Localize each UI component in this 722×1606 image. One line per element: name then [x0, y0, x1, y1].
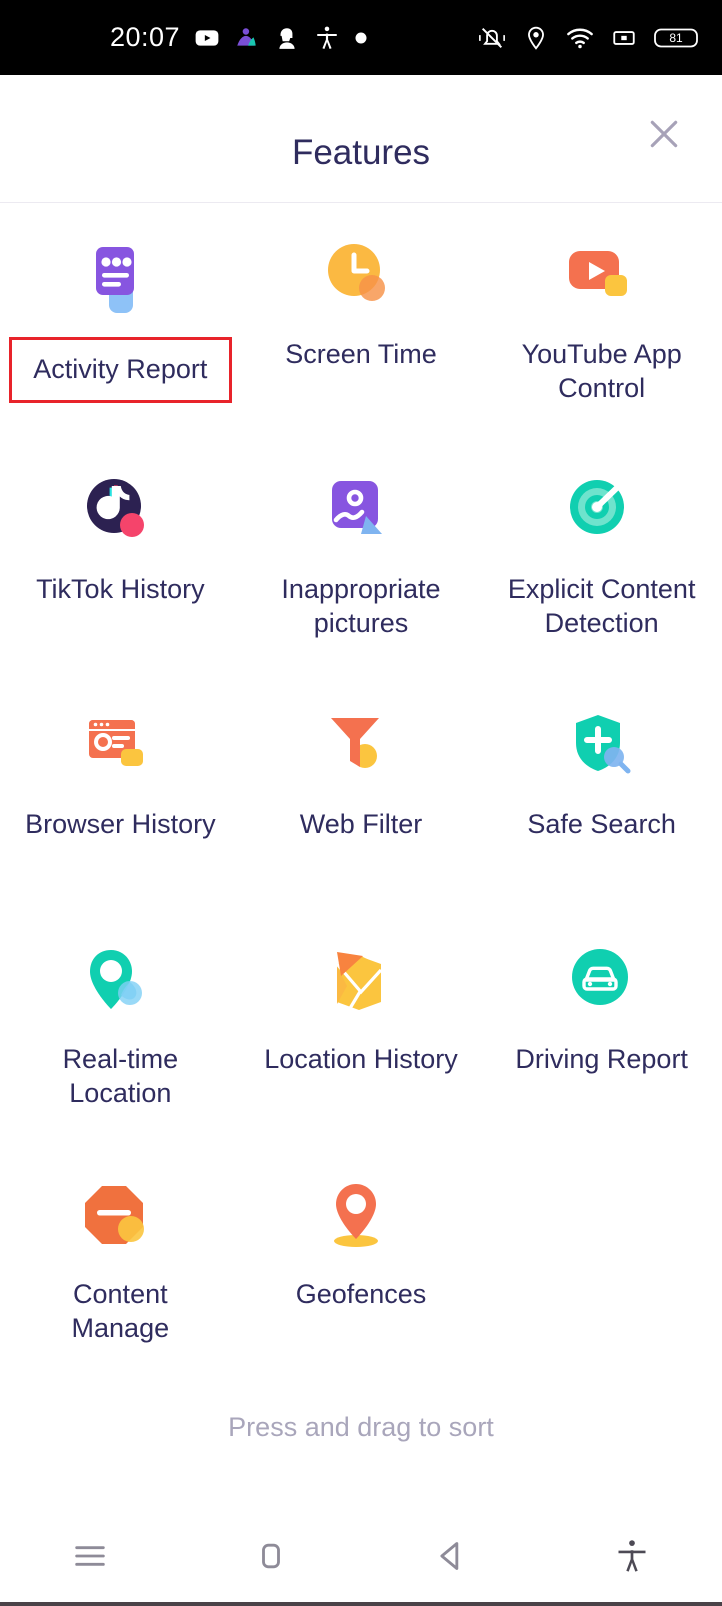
sim-card-icon: [611, 25, 637, 51]
accessibility-icon: [314, 25, 340, 51]
feature-item-activity-report[interactable]: Activity Report: [0, 215, 241, 450]
feature-label: Driving Report: [515, 1042, 688, 1076]
home-icon[interactable]: [181, 1536, 362, 1576]
feature-label: Content Manage: [23, 1277, 218, 1345]
feature-label: Inappropriate pictures: [263, 572, 458, 640]
activity-report-icon: [78, 237, 162, 321]
close-icon[interactable]: [642, 112, 686, 156]
sort-hint: Press and drag to sort: [0, 1412, 722, 1443]
feature-label: Screen Time: [285, 337, 437, 371]
feature-item-youtube-app-control[interactable]: YouTube App Control: [481, 215, 722, 450]
driving-report-icon: [560, 942, 644, 1026]
battery-icon: 81: [654, 25, 700, 51]
status-bar: 20:07: [0, 0, 722, 75]
feature-label: Web Filter: [300, 807, 423, 841]
status-bar-left: 20:07: [0, 22, 368, 53]
vibrate-off-icon: [478, 24, 506, 52]
page-title: Features: [0, 133, 722, 173]
feature-item-content-manage[interactable]: Content Manage: [0, 1155, 241, 1390]
feature-item-web-filter[interactable]: Web Filter: [241, 685, 482, 920]
accessibility-icon[interactable]: [542, 1536, 722, 1576]
feature-item-browser-history[interactable]: Browser History: [0, 685, 241, 920]
feature-item-tiktok-history[interactable]: TikTok History: [0, 450, 241, 685]
svg-text:81: 81: [669, 31, 683, 45]
safe-search-icon: [560, 707, 644, 791]
back-icon[interactable]: [361, 1536, 542, 1576]
app-colored-icon: [234, 25, 260, 51]
screen-time-icon: [319, 237, 403, 321]
menu-icon[interactable]: [0, 1536, 181, 1576]
feature-label: YouTube App Control: [504, 337, 699, 405]
feature-item-screen-time[interactable]: Screen Time: [241, 215, 482, 450]
dot-icon: [354, 31, 368, 45]
feature-item-geofences[interactable]: Geofences: [241, 1155, 482, 1390]
screen-bottom-edge: [0, 1602, 722, 1606]
feature-label: TikTok History: [36, 572, 205, 606]
feature-label: Real-time Location: [23, 1042, 218, 1110]
tiktok-history-icon: [78, 472, 162, 556]
feature-item-safe-search[interactable]: Safe Search: [481, 685, 722, 920]
feature-label: Explicit Content Detection: [504, 572, 699, 640]
wifi-icon: [566, 24, 594, 52]
youtube-app-control-icon: [560, 237, 644, 321]
feature-label: Safe Search: [527, 807, 676, 841]
feature-item-real-time-location[interactable]: Real-time Location: [0, 920, 241, 1155]
feature-label: Geofences: [296, 1277, 427, 1311]
feature-item-explicit-content-detection[interactable]: Explicit Content Detection: [481, 450, 722, 685]
content-manage-icon: [78, 1177, 162, 1261]
feature-label: Activity Report: [9, 337, 232, 403]
geofences-icon: [319, 1177, 403, 1261]
status-bar-right: 81: [478, 24, 700, 52]
system-nav-bar: [0, 1506, 722, 1606]
explicit-content-detection-icon: [560, 472, 644, 556]
dialog-header: Features: [0, 75, 722, 203]
location-history-icon: [319, 942, 403, 1026]
browser-history-icon: [78, 707, 162, 791]
feature-item-driving-report[interactable]: Driving Report: [481, 920, 722, 1155]
feature-item-location-history[interactable]: Location History: [241, 920, 482, 1155]
person-icon: [274, 25, 300, 51]
real-time-location-icon: [78, 942, 162, 1026]
feature-item-inappropriate-pictures[interactable]: Inappropriate pictures: [241, 450, 482, 685]
inappropriate-pictures-icon: [319, 472, 403, 556]
web-filter-icon: [319, 707, 403, 791]
features-grid: Activity Report Screen Time YouTube App …: [0, 203, 722, 1390]
location-pin-icon: [523, 25, 549, 51]
status-bar-clock: 20:07: [110, 22, 180, 53]
youtube-icon: [194, 25, 220, 51]
feature-label: Browser History: [25, 807, 216, 841]
feature-label: Location History: [264, 1042, 458, 1076]
